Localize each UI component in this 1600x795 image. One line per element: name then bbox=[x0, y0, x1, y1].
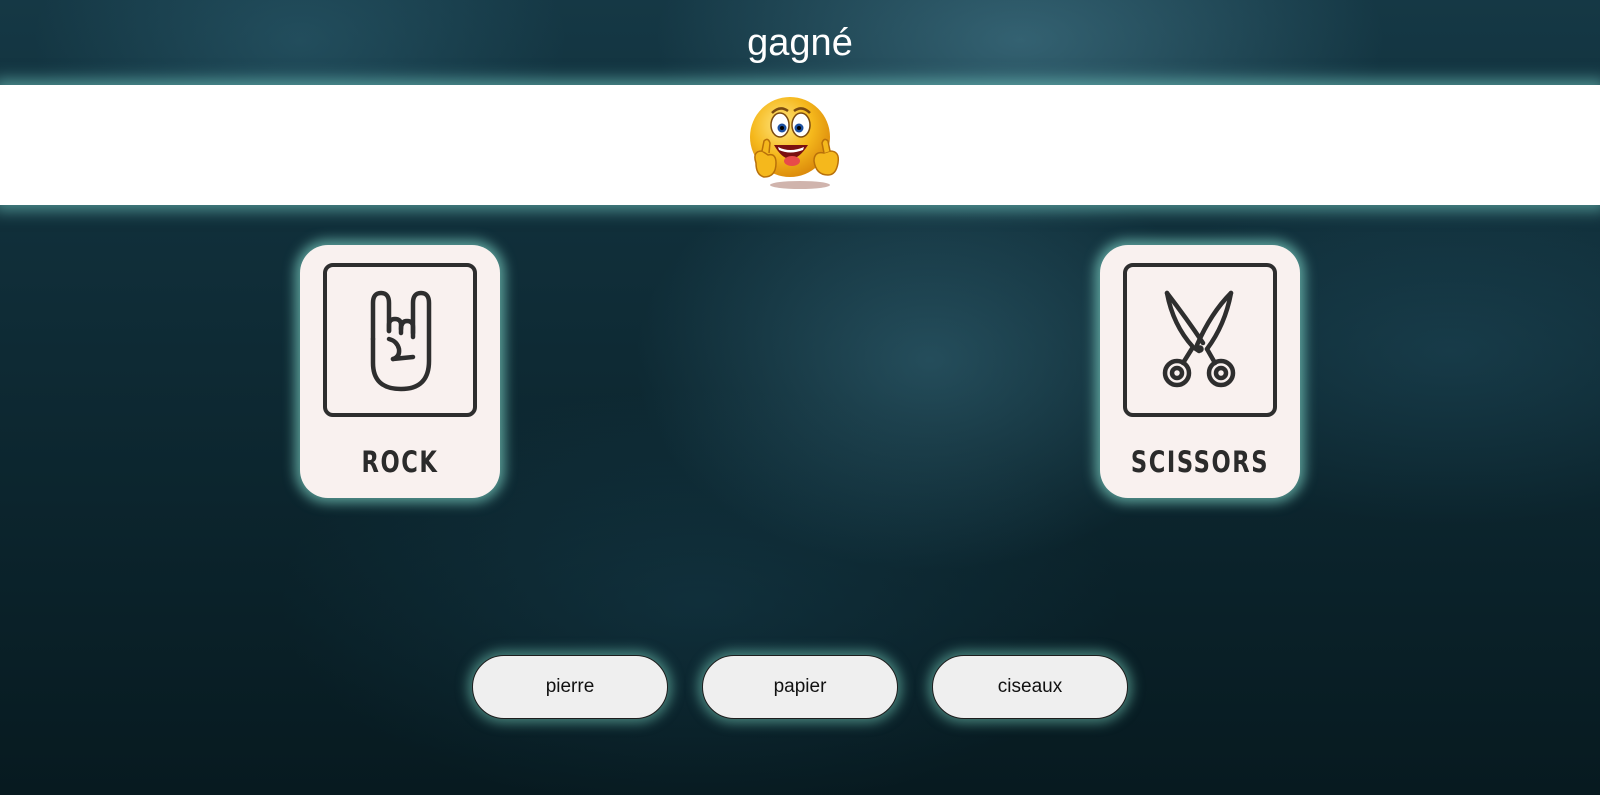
ciseaux-button[interactable]: ciseaux bbox=[932, 655, 1128, 719]
papier-button[interactable]: papier bbox=[702, 655, 898, 719]
result-banner bbox=[0, 85, 1600, 205]
pierre-button[interactable]: pierre bbox=[472, 655, 668, 719]
result-title: gagné bbox=[747, 22, 853, 64]
player-choice-card: ROCK bbox=[300, 245, 500, 498]
rock-hand-icon bbox=[370, 290, 432, 392]
card-icon-frame bbox=[323, 263, 477, 417]
scissors-icon bbox=[1162, 290, 1236, 388]
computer-choice-label: SCISSORS bbox=[1130, 445, 1270, 479]
card-icon-frame bbox=[1123, 263, 1277, 417]
computer-choice-card: SCISSORS bbox=[1100, 245, 1300, 498]
player-choice-label: ROCK bbox=[361, 445, 439, 479]
laughing-emoji-icon bbox=[750, 97, 840, 189]
